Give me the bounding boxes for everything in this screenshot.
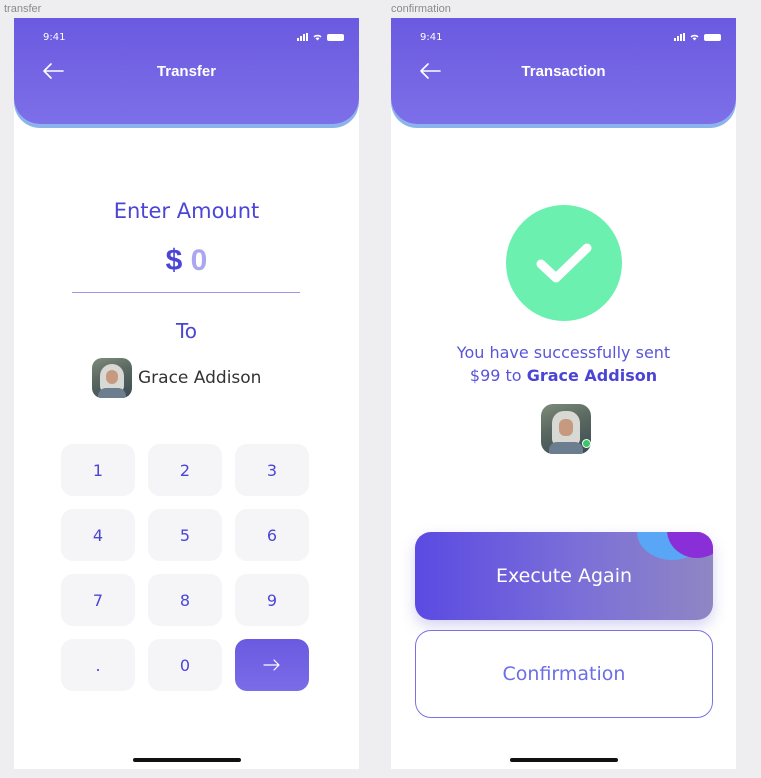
- battery-icon: [327, 34, 344, 41]
- recipient-avatar: [541, 404, 591, 454]
- key-5[interactable]: 5: [148, 509, 222, 561]
- key-decimal[interactable]: .: [61, 639, 135, 691]
- wifi-icon: [313, 34, 322, 41]
- key-4[interactable]: 4: [61, 509, 135, 561]
- header: 9:41 Transfer: [14, 18, 359, 124]
- to-label: To: [175, 319, 198, 343]
- amount-underline: [72, 292, 300, 293]
- execute-again-label: Execute Again: [495, 565, 633, 587]
- next-button[interactable]: [235, 639, 309, 691]
- key-2[interactable]: 2: [148, 444, 222, 496]
- battery-icon: [704, 34, 721, 41]
- key-3[interactable]: 3: [235, 444, 309, 496]
- arrow-right-icon: [263, 659, 280, 671]
- success-detail: $99 to Grace Addison: [391, 366, 736, 385]
- recipient[interactable]: Grace Addison: [92, 358, 261, 398]
- status-icons: [297, 33, 344, 41]
- frame-label-transfer: transfer: [4, 3, 42, 15]
- avatar: [92, 358, 132, 398]
- amount-value: 0: [190, 244, 208, 277]
- success-message: You have successfully sent: [456, 343, 671, 362]
- key-1[interactable]: 1: [61, 444, 135, 496]
- status-time: 9:41: [43, 32, 66, 43]
- enter-amount-label: Enter Amount: [113, 199, 260, 223]
- transaction-screen: 9:41 Transaction You have successfully s…: [391, 18, 736, 769]
- key-6[interactable]: 6: [235, 509, 309, 561]
- transfer-screen: 9:41 Transfer Enter Amount $ 0 To Grace …: [14, 18, 359, 769]
- success-badge: [506, 205, 622, 321]
- amount-display[interactable]: $ 0: [14, 244, 359, 278]
- header: 9:41 Transaction: [391, 18, 736, 124]
- home-indicator: [509, 758, 618, 762]
- signal-icon: [297, 33, 308, 41]
- currency-symbol: $: [165, 244, 183, 277]
- keypad: 1 2 3 4 5 6 7 8 9 . 0: [61, 444, 309, 691]
- success-recipient: Grace Addison: [526, 366, 658, 385]
- execute-again-button[interactable]: Execute Again: [415, 532, 713, 620]
- page-title: Transaction: [521, 63, 606, 80]
- page-title: Transfer: [156, 63, 217, 80]
- key-8[interactable]: 8: [148, 574, 222, 626]
- confirmation-button[interactable]: Confirmation: [415, 630, 713, 718]
- home-indicator: [132, 758, 241, 762]
- success-amount: $99 to: [469, 366, 522, 385]
- wifi-icon: [690, 34, 699, 41]
- confirmation-label: Confirmation: [502, 663, 626, 685]
- status-icons: [674, 33, 721, 41]
- recipient-name: Grace Addison: [138, 368, 262, 388]
- key-9[interactable]: 9: [235, 574, 309, 626]
- frame-label-confirmation: confirmation: [391, 3, 451, 15]
- key-7[interactable]: 7: [61, 574, 135, 626]
- online-status-dot: [582, 439, 591, 448]
- key-0[interactable]: 0: [148, 639, 222, 691]
- signal-icon: [674, 33, 685, 41]
- status-time: 9:41: [420, 32, 443, 43]
- check-icon: [536, 243, 592, 283]
